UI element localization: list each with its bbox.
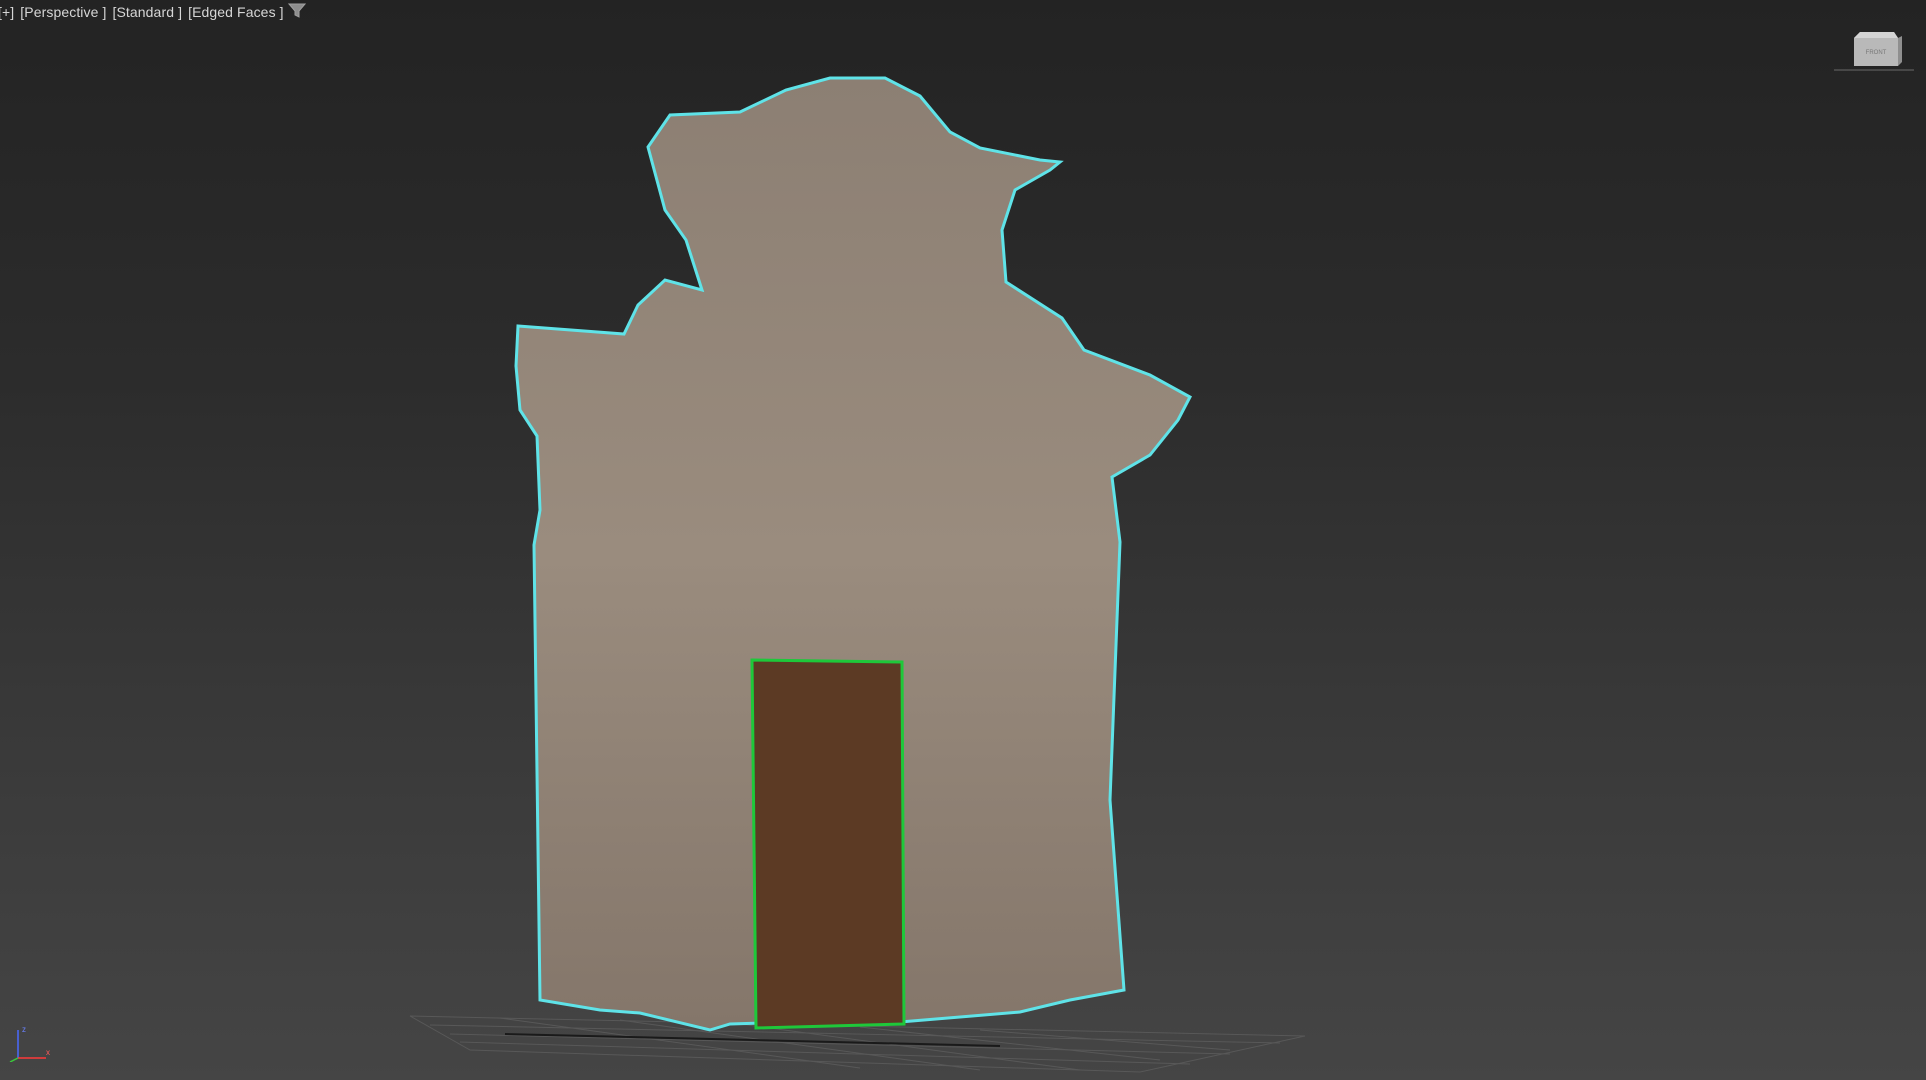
scene-render[interactable] [0,0,1926,1080]
door-mesh[interactable] [750,658,910,1030]
perspective-viewport[interactable]: [+] [Perspective ] [Standard ] [Edged Fa… [0,0,1926,1080]
